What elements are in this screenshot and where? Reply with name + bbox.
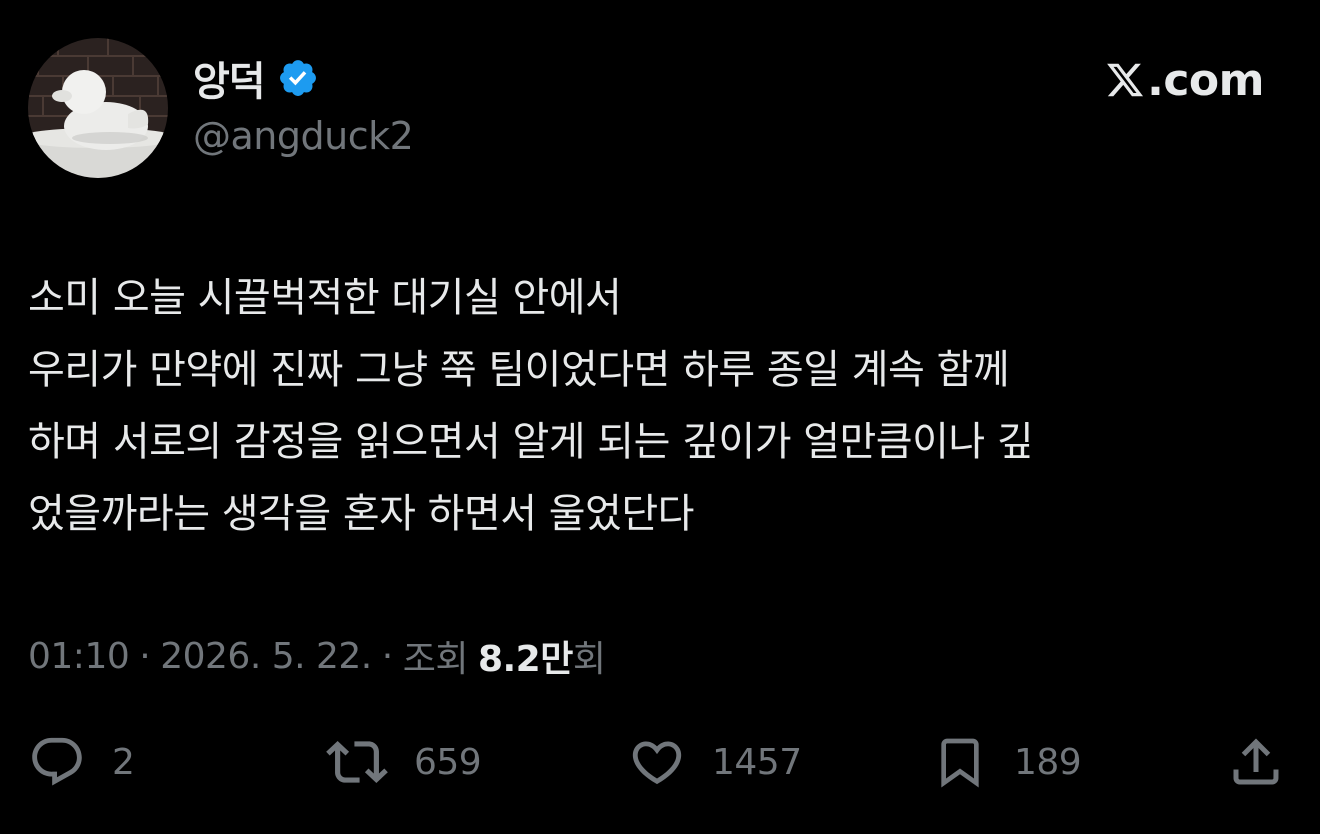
- retweet-button[interactable]: 659: [326, 732, 482, 792]
- heart-icon: [632, 741, 682, 785]
- verified-badge-icon[interactable]: [277, 57, 319, 99]
- tweet-action-bar: 2 659 1457 189: [0, 732, 1320, 792]
- bookmark-count: 189: [1014, 741, 1082, 783]
- brand-logo: .com: [1104, 52, 1264, 108]
- retweet-count: 659: [414, 741, 482, 783]
- views-suffix: 회: [572, 639, 606, 680]
- reply-count: 2: [112, 741, 135, 783]
- tweet-meta: 01:10 · 2026. 5. 22. · 조회 8.2만 회: [28, 628, 606, 684]
- author-name-row: 앙덕: [193, 50, 319, 106]
- like-button[interactable]: 1457: [628, 732, 802, 792]
- views-prefix: 조회: [402, 639, 469, 680]
- retweet-icon: [326, 741, 388, 783]
- x-logo-icon: [1104, 60, 1146, 100]
- tweet-line: 었을까라는 생각을 혼자 하면서 울었단다: [28, 491, 694, 537]
- share-icon: [1233, 738, 1279, 785]
- tweet-time[interactable]: 01:10: [28, 636, 130, 677]
- tweet-date[interactable]: 2026. 5. 22.: [160, 636, 372, 677]
- meta-separator: ·: [139, 635, 151, 677]
- tweet-line: 우리가 만약에 진짜 그냥 쭉 팀이었다면 하루 종일 계속 함께: [28, 347, 1010, 393]
- author-handle[interactable]: @angduck2: [193, 114, 414, 158]
- bookmark-button[interactable]: 189: [932, 732, 1082, 792]
- snow-duck-avatar-image: [28, 38, 168, 178]
- reply-icon: [32, 737, 82, 786]
- tweet-text: 소미 오늘 시끌벅적한 대기실 안에서 우리가 만약에 진짜 그냥 쭉 팀이었다…: [28, 262, 1298, 550]
- tweet-line: 소미 오늘 시끌벅적한 대기실 안에서: [28, 275, 622, 321]
- avatar[interactable]: [28, 38, 168, 178]
- meta-separator: ·: [381, 635, 393, 677]
- bookmark-icon: [941, 738, 979, 788]
- reply-button[interactable]: 2: [28, 732, 135, 792]
- tweet-line: 하며 서로의 감정을 읽으면서 알게 되는 깊이가 얼만큼이나 깊: [28, 419, 1034, 465]
- share-button[interactable]: [1226, 732, 1286, 792]
- views-count[interactable]: 8.2만: [478, 630, 573, 682]
- like-count: 1457: [712, 741, 802, 783]
- brand-text: .com: [1147, 54, 1264, 106]
- author-display-name[interactable]: 앙덕: [193, 49, 266, 107]
